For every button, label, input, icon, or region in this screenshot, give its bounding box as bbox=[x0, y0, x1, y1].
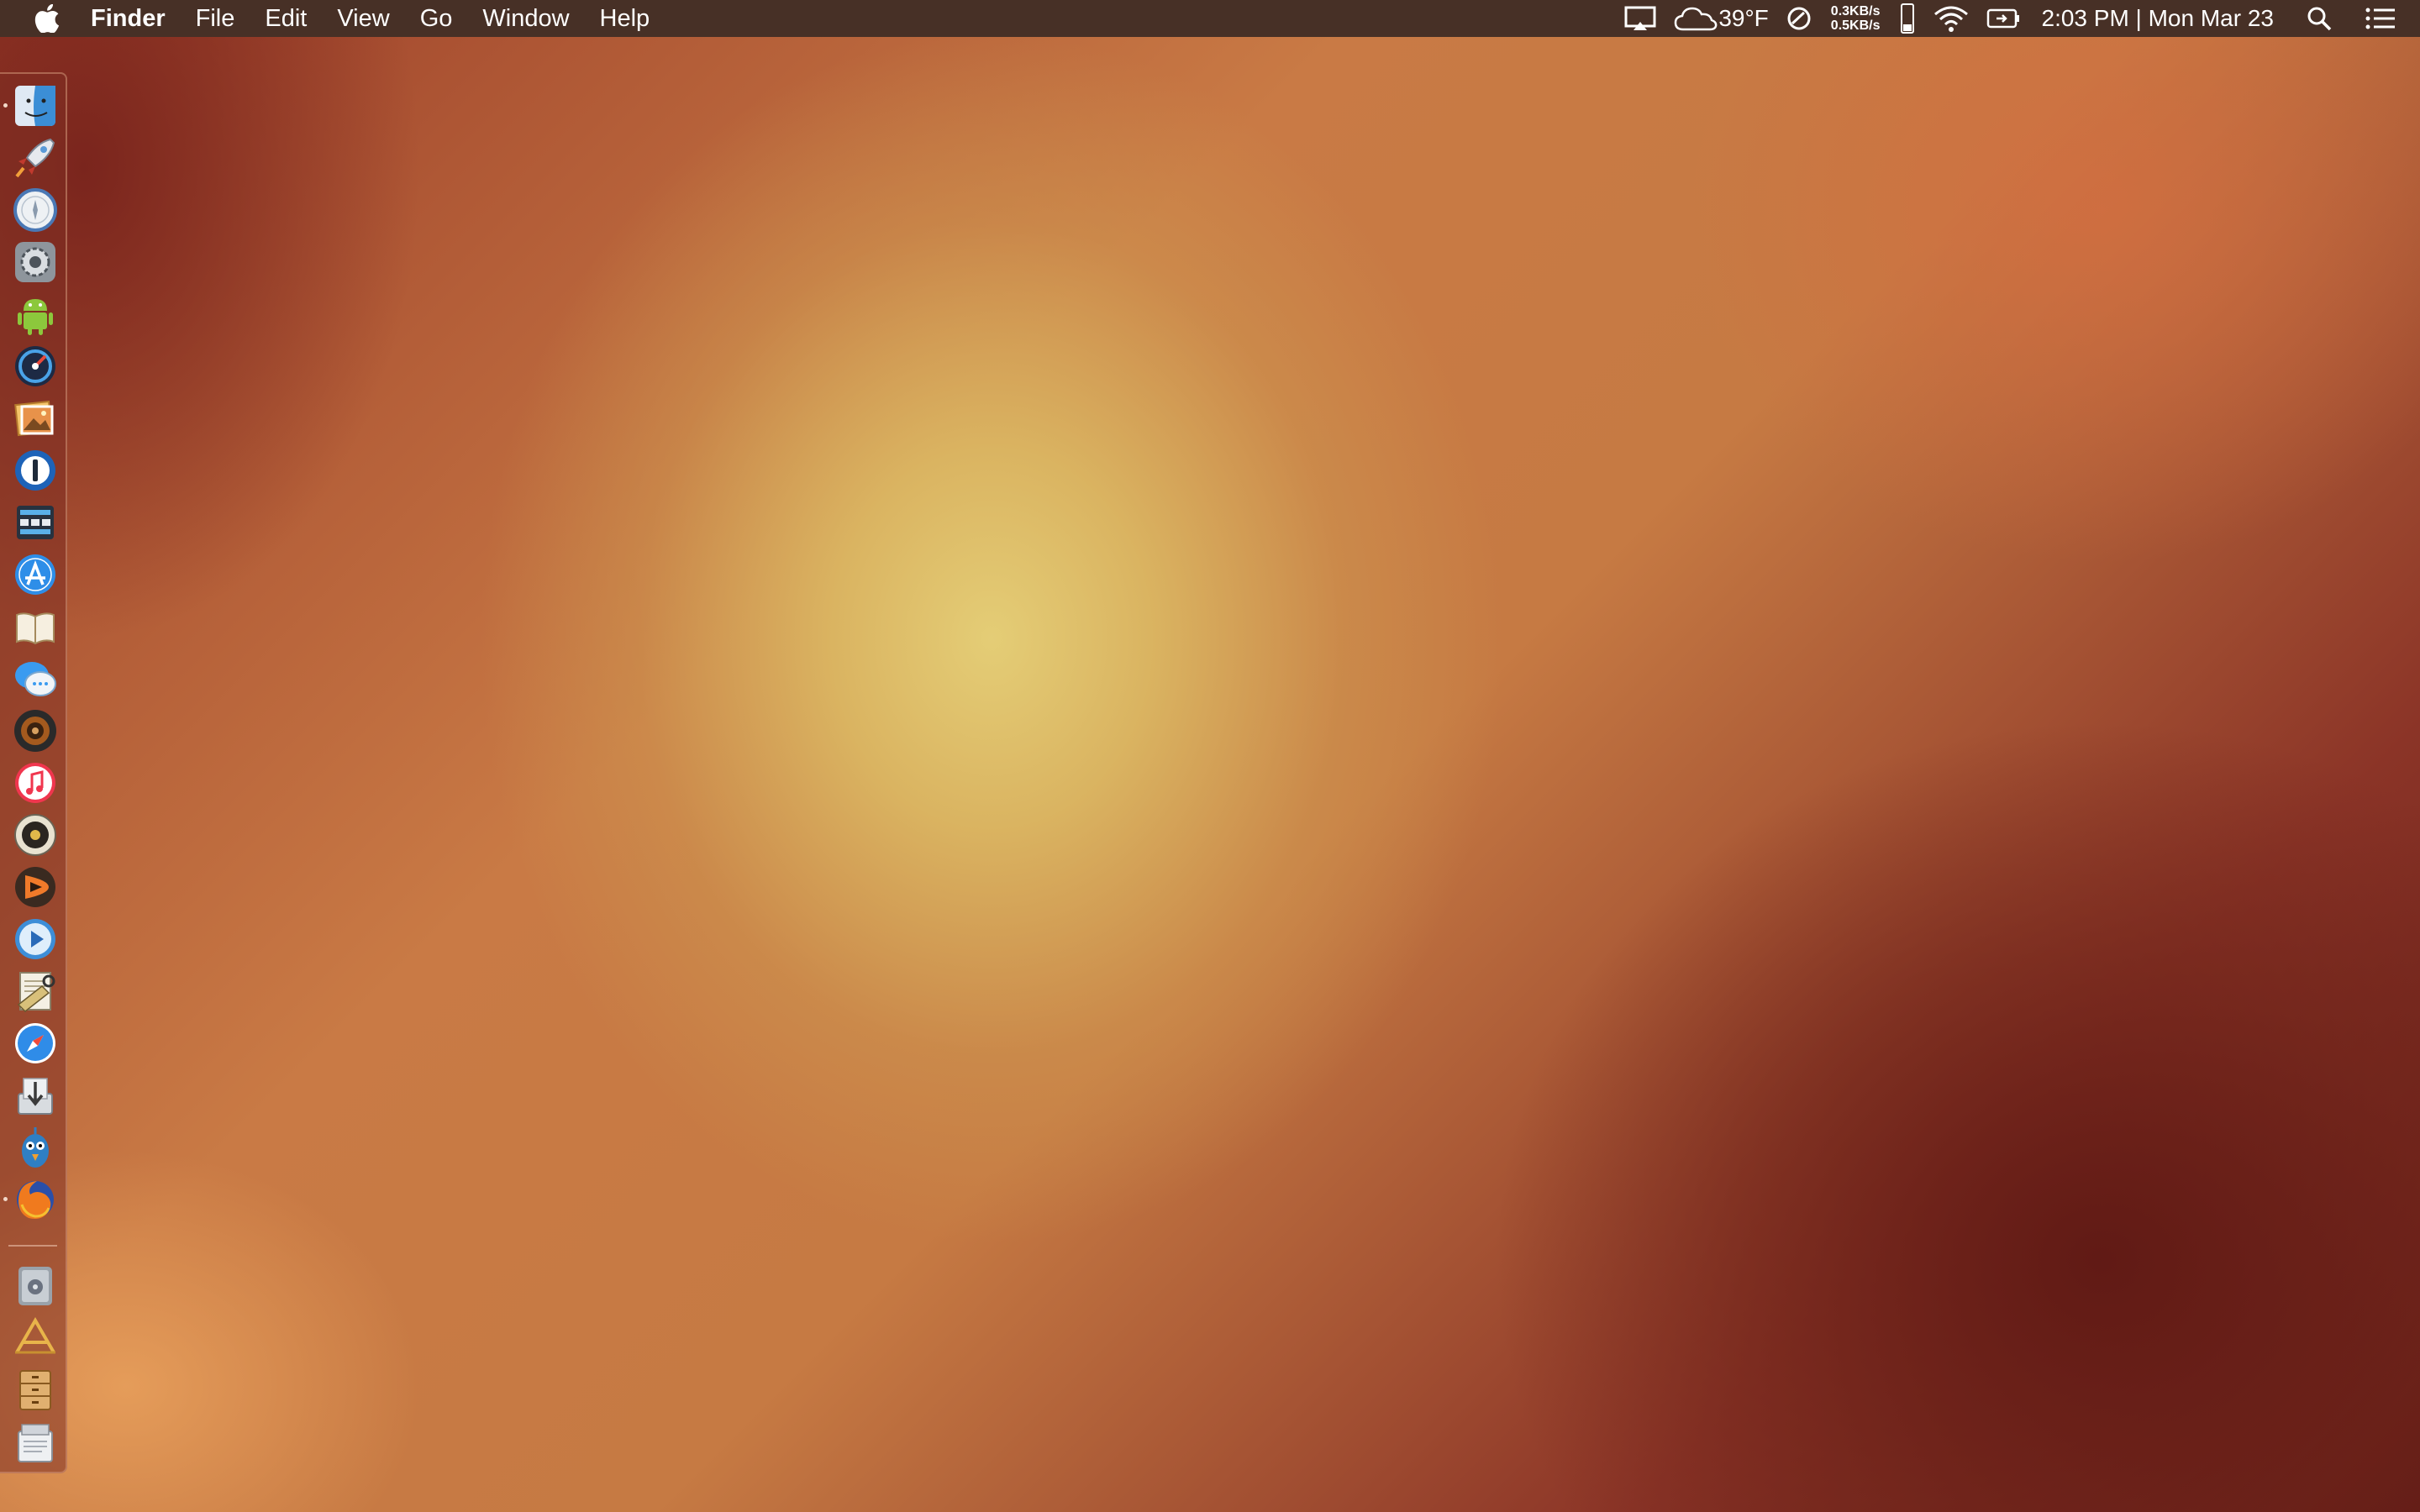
dock bbox=[0, 72, 67, 1473]
dock-firefox[interactable] bbox=[3, 1176, 59, 1223]
dock-itunes[interactable] bbox=[12, 759, 59, 806]
dock-disk-utility[interactable] bbox=[12, 1262, 59, 1309]
vinyl-player-icon bbox=[14, 814, 56, 856]
infuse-play-icon bbox=[15, 867, 55, 907]
dock-gauge-app[interactable] bbox=[12, 343, 59, 390]
dock-text-editor[interactable] bbox=[12, 968, 59, 1015]
menu-file[interactable]: File bbox=[181, 0, 250, 37]
phone-battery-icon[interactable] bbox=[1899, 0, 1916, 37]
finder-icon bbox=[15, 86, 55, 126]
firefox-icon bbox=[17, 1181, 54, 1219]
menu-bar: Finder File Edit View Go Window Help 39°… bbox=[0, 0, 2420, 37]
dock-photo-app[interactable] bbox=[12, 395, 59, 442]
apple-menu-icon[interactable] bbox=[22, 0, 72, 37]
app-store-icon bbox=[15, 554, 55, 595]
menu-view[interactable]: View bbox=[322, 0, 404, 37]
dock-play-app[interactable] bbox=[12, 864, 59, 911]
dock-android[interactable] bbox=[12, 291, 59, 338]
dock-compass-app[interactable] bbox=[12, 186, 59, 234]
time-machine-icon[interactable] bbox=[1786, 0, 1812, 37]
dock-messages[interactable] bbox=[12, 655, 59, 702]
net-upload-speed: 0.3KB/s bbox=[1830, 4, 1881, 18]
dock-toolbar-app[interactable] bbox=[12, 499, 59, 546]
tweetbot-icon bbox=[22, 1127, 49, 1168]
network-speed-monitor[interactable]: 0.3KB/s 0.5KB/s bbox=[1831, 4, 1881, 33]
downloads-installer-icon bbox=[18, 1078, 53, 1115]
running-indicator bbox=[3, 103, 8, 108]
weather-widget[interactable]: 39°F bbox=[1673, 0, 1769, 37]
messages-icon bbox=[15, 662, 56, 696]
dock-1password[interactable] bbox=[12, 447, 59, 494]
weather-temperature: 39°F bbox=[1718, 5, 1769, 31]
dock-launchpad[interactable] bbox=[12, 134, 59, 181]
dock-documents-stack[interactable] bbox=[12, 1366, 59, 1413]
toolbar-app-icon bbox=[17, 506, 54, 539]
dock-speaker-app[interactable] bbox=[12, 707, 59, 754]
launchpad-icon bbox=[15, 138, 55, 178]
dock-separator bbox=[8, 1245, 57, 1247]
spotlight-search-icon[interactable] bbox=[2306, 0, 2333, 37]
dock-quicktime[interactable] bbox=[12, 916, 59, 963]
airplay-icon[interactable] bbox=[1624, 0, 1656, 37]
books-icon bbox=[16, 612, 55, 645]
downloads-stack-icon bbox=[18, 1424, 53, 1462]
running-indicator bbox=[3, 1197, 8, 1201]
disk-utility-icon bbox=[18, 1267, 52, 1305]
dock-tweetbot[interactable] bbox=[12, 1124, 59, 1171]
menu-clock[interactable]: 2:03 PM | Mon Mar 23 bbox=[2042, 5, 2275, 32]
notification-center-icon[interactable] bbox=[2365, 0, 2396, 37]
text-editor-icon bbox=[17, 972, 55, 1013]
menu-edit[interactable]: Edit bbox=[250, 0, 322, 37]
preview-photos-icon bbox=[14, 400, 54, 437]
menu-app-name[interactable]: Finder bbox=[72, 0, 181, 37]
quicktime-icon bbox=[15, 919, 55, 959]
safari-compass-icon bbox=[13, 188, 57, 232]
applications-folder-icon bbox=[15, 1317, 55, 1354]
dock-app-store[interactable] bbox=[12, 551, 59, 598]
dock-vinyl-app[interactable] bbox=[12, 811, 59, 858]
istat-gauge-icon bbox=[15, 346, 55, 386]
menu-go[interactable]: Go bbox=[405, 0, 468, 37]
battery-icon[interactable] bbox=[1986, 0, 2020, 37]
menu-help[interactable]: Help bbox=[585, 0, 666, 37]
dock-downloads-stack[interactable] bbox=[12, 1418, 59, 1465]
dock-books[interactable] bbox=[12, 603, 59, 650]
itunes-icon bbox=[15, 763, 55, 803]
audio-speaker-icon bbox=[14, 710, 56, 752]
wifi-icon[interactable] bbox=[1933, 0, 1970, 37]
system-preferences-icon bbox=[15, 242, 55, 282]
dock-system-preferences[interactable] bbox=[12, 239, 59, 286]
documents-cabinet-icon bbox=[19, 1370, 51, 1410]
onepassword-icon bbox=[15, 450, 55, 491]
net-download-speed: 0.5KB/s bbox=[1830, 18, 1881, 33]
menu-window[interactable]: Window bbox=[467, 0, 584, 37]
dock-safari[interactable] bbox=[12, 1020, 59, 1067]
desktop-wallpaper[interactable] bbox=[0, 0, 2420, 1512]
dock-installer[interactable] bbox=[12, 1072, 59, 1119]
dock-finder[interactable] bbox=[3, 82, 59, 129]
android-icon bbox=[18, 299, 53, 335]
dock-applications-folder[interactable] bbox=[12, 1314, 59, 1361]
cloud-icon bbox=[1675, 7, 1718, 31]
safari-icon bbox=[15, 1023, 55, 1063]
